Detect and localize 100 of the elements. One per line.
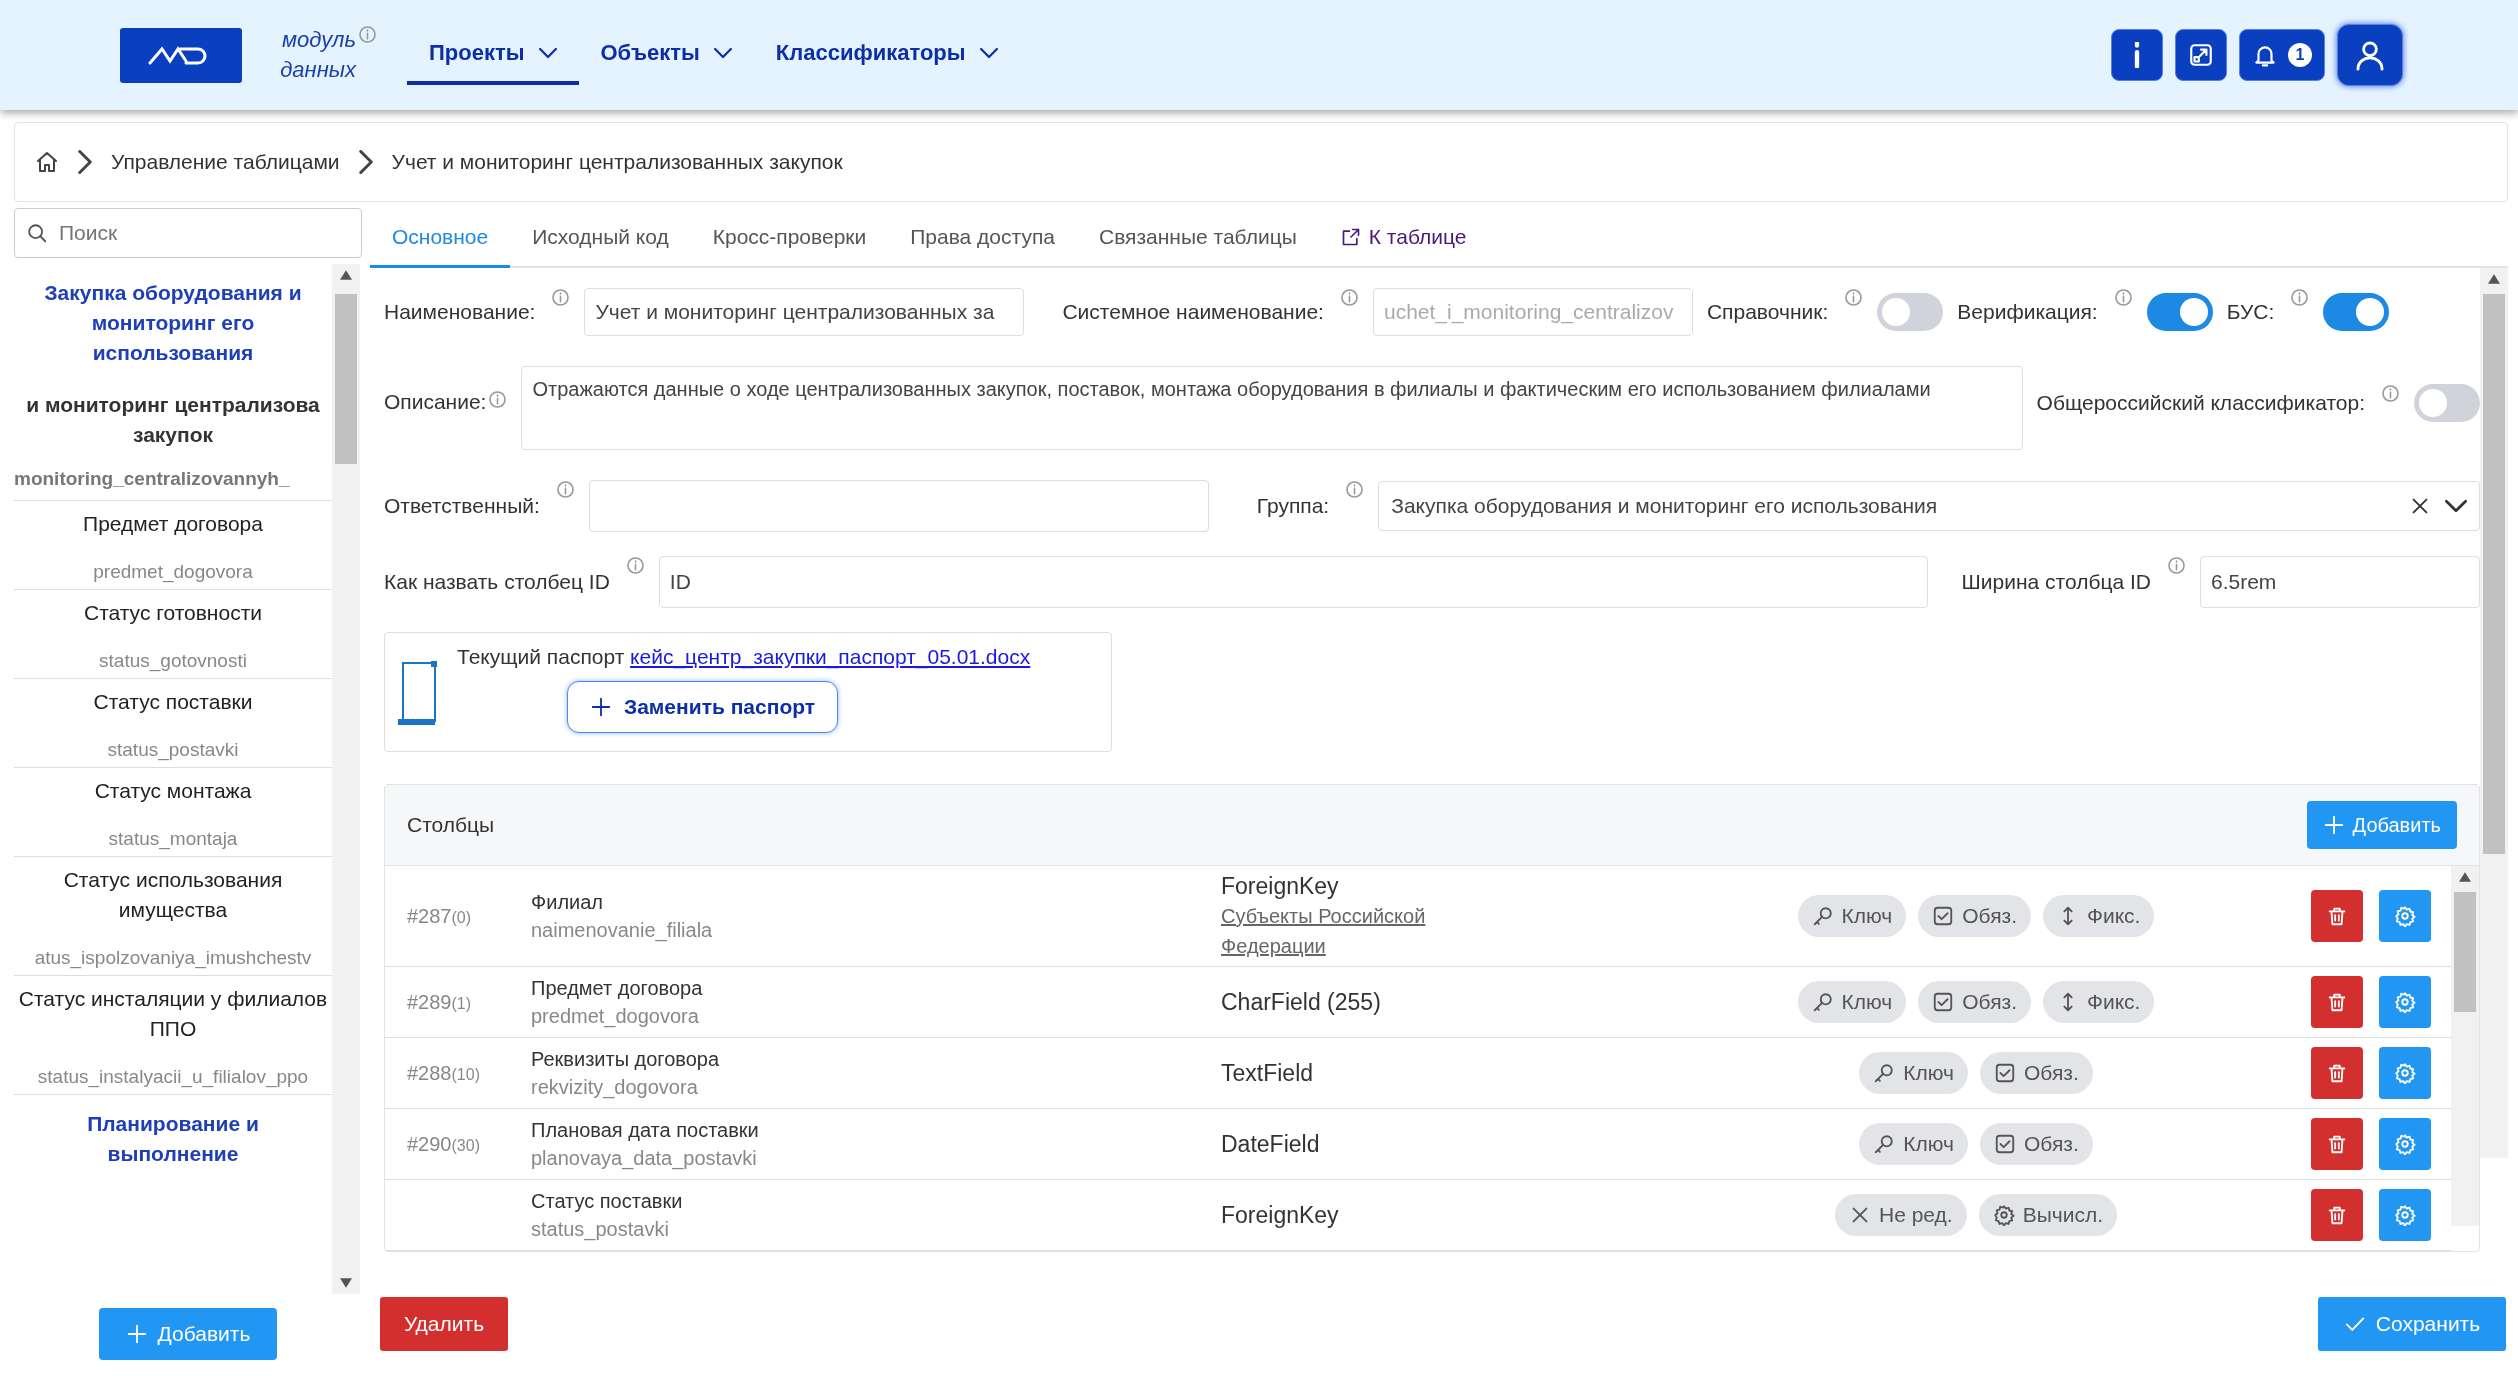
group-select[interactable]: Закупка оборудования и мониторинг его использования bbox=[1378, 481, 2480, 531]
nav-menu-item[interactable]: Проекты bbox=[407, 25, 579, 85]
info-icon bbox=[1345, 480, 1365, 499]
toggle-switch[interactable] bbox=[2414, 384, 2480, 422]
id-column-width-field[interactable]: 6.5rem bbox=[2200, 556, 2480, 608]
property-chip[interactable]: Обяз. bbox=[1980, 1052, 2093, 1094]
column-id: #289(1) bbox=[407, 990, 472, 1013]
delete-button[interactable] bbox=[2311, 1047, 2363, 1099]
scrollbar[interactable] bbox=[2480, 268, 2508, 1158]
trash-icon bbox=[2326, 991, 2348, 1013]
user-button[interactable] bbox=[2337, 24, 2403, 86]
sidebar-item-system-name: status_montaja bbox=[107, 828, 239, 850]
settings-button[interactable] bbox=[2379, 976, 2431, 1028]
description-field[interactable]: Отражаются данные о ходе централизованных закупок, поставок, монтажа оборудования в филиалы и фактическим его использованием филиалами bbox=[521, 366, 2023, 450]
field-label: Верификация: bbox=[1957, 300, 2098, 324]
property-chip[interactable]: Ключ bbox=[1859, 1123, 1968, 1165]
table-link[interactable]: К таблице bbox=[1318, 208, 1489, 268]
delete-button[interactable] bbox=[2311, 1118, 2363, 1170]
column-type: ForeignKey bbox=[1221, 872, 1340, 901]
table-title: и мониторинг централизова bbox=[25, 392, 321, 418]
checkbox-icon bbox=[1994, 1133, 2016, 1155]
expand-button[interactable] bbox=[2175, 29, 2227, 81]
sidebar-item-system-name: status_instalyacii_u_filialov_ppo bbox=[36, 1066, 310, 1088]
passport-file-link[interactable]: кейс_центр_закупки_паспорт_05.01.docx bbox=[630, 645, 1031, 668]
sidebar-item-name[interactable]: Предмет договора bbox=[14, 509, 332, 539]
replace-passport-button[interactable]: Заменить паспорт bbox=[567, 681, 839, 733]
breadcrumb-item[interactable]: Учет и мониторинг централизованных закупок bbox=[391, 150, 843, 174]
property-chip[interactable]: Ключ bbox=[1859, 1052, 1968, 1094]
settings-button[interactable] bbox=[2379, 1118, 2431, 1170]
id-column-name-field[interactable]: ID bbox=[658, 556, 1928, 608]
group-heading[interactable]: Планирование и выполнение bbox=[14, 1095, 332, 1183]
sidebar-item-name[interactable]: Статус поставки bbox=[14, 687, 332, 717]
column-system-name: rekvizity_dogovora bbox=[531, 1075, 699, 1101]
sidebar-item-system-name: status_postavki bbox=[106, 739, 240, 761]
settings-button[interactable] bbox=[2379, 1189, 2431, 1241]
property-chip[interactable]: Обяз. bbox=[1980, 1123, 2093, 1165]
delete-button[interactable] bbox=[2311, 976, 2363, 1028]
property-chip[interactable]: Ключ bbox=[1797, 895, 1907, 937]
field-label: Ответственный: bbox=[384, 494, 540, 518]
scrollbar-thumb[interactable] bbox=[335, 294, 357, 464]
scrollbar-thumb[interactable] bbox=[2454, 892, 2476, 1012]
column-name: Филиал bbox=[531, 890, 604, 915]
column-system-name: status_postavki bbox=[531, 1217, 670, 1243]
property-chip[interactable]: Фикс. bbox=[2043, 895, 2155, 937]
expand-icon bbox=[2188, 42, 2214, 68]
group-heading[interactable]: Закупка оборудования и мониторинг его использования bbox=[14, 264, 332, 382]
tab[interactable]: Права доступа bbox=[888, 208, 1077, 268]
toggle-switch[interactable] bbox=[2323, 293, 2390, 331]
property-chip[interactable]: Ключ bbox=[1797, 981, 1907, 1023]
nav-menu-item[interactable]: Объекты bbox=[578, 25, 754, 85]
responsible-field[interactable] bbox=[588, 480, 1209, 532]
property-chip[interactable]: Обяз. bbox=[1918, 895, 2031, 937]
property-chip[interactable]: Не ред. bbox=[1834, 1194, 1967, 1236]
column-type: TextField bbox=[1221, 1059, 1315, 1088]
column-id: #290(30) bbox=[407, 1132, 480, 1155]
reference-link[interactable]: Субъекты Российской Федерации bbox=[1221, 901, 1461, 961]
scrollbar[interactable] bbox=[332, 264, 360, 1294]
notifications-button[interactable]: 1 bbox=[2239, 29, 2325, 81]
field-label: Справочник: bbox=[1706, 300, 1829, 324]
sidebar-item-name[interactable]: Статус использования имущества bbox=[14, 865, 332, 925]
delete-table-button[interactable]: Удалить bbox=[380, 1297, 508, 1351]
tab[interactable]: Связанные таблицы bbox=[1076, 208, 1319, 268]
scroll-down-arrow-icon[interactable] bbox=[340, 1278, 352, 1288]
key-icon bbox=[1811, 905, 1834, 927]
search-field[interactable]: Поиск bbox=[14, 208, 362, 258]
property-chip[interactable]: Обяз. bbox=[1918, 981, 2031, 1023]
toggle-switch[interactable] bbox=[1877, 293, 1944, 331]
settings-button[interactable] bbox=[2379, 1047, 2431, 1099]
column-type: DateField bbox=[1221, 1130, 1321, 1159]
settings-button[interactable] bbox=[2379, 890, 2431, 942]
nav-menu-item[interactable]: Классификаторы bbox=[753, 25, 1020, 85]
panel-title: Столбцы bbox=[407, 813, 495, 837]
delete-button[interactable] bbox=[2311, 890, 2363, 942]
info-icon bbox=[358, 25, 377, 44]
delete-button[interactable] bbox=[2311, 1189, 2363, 1241]
scrollbar[interactable] bbox=[2451, 866, 2479, 1226]
name-field[interactable]: Учет и мониторинг централизованных за bbox=[584, 288, 1025, 336]
sidebar-item-name[interactable]: Статус монтажа bbox=[14, 776, 332, 806]
info-icon bbox=[2290, 288, 2310, 307]
toggle-switch[interactable] bbox=[2146, 293, 2213, 331]
scroll-up-arrow-icon[interactable] bbox=[2459, 872, 2471, 882]
info-icon bbox=[2134, 42, 2140, 68]
key-icon bbox=[1873, 1133, 1896, 1155]
key-icon bbox=[1873, 1062, 1896, 1084]
property-chip[interactable]: Фикс. bbox=[2043, 981, 2155, 1023]
field-label: Группа: bbox=[1256, 494, 1330, 518]
info-button[interactable] bbox=[2111, 29, 2163, 81]
tab[interactable]: Кросс-проверки bbox=[690, 208, 889, 268]
scroll-up-arrow-icon[interactable] bbox=[340, 270, 352, 280]
property-chip[interactable]: Вычисл. bbox=[1978, 1194, 2117, 1236]
checkbox-icon bbox=[1932, 905, 1955, 927]
scroll-up-arrow-icon[interactable] bbox=[2488, 274, 2500, 284]
tab[interactable]: Основное bbox=[370, 208, 511, 268]
table-title: закупок bbox=[131, 422, 215, 448]
scrollbar-thumb[interactable] bbox=[2483, 294, 2505, 854]
sidebar-item-name[interactable]: Статус инсталяции у филиалов ППО bbox=[14, 984, 332, 1044]
tab[interactable]: Исходный код bbox=[510, 208, 691, 268]
sidebar-item-name[interactable]: Статус готовности bbox=[14, 598, 332, 628]
breadcrumb-item[interactable]: Управление таблицами bbox=[111, 150, 340, 174]
sidebar-item-system-name: atus_ispolzovaniya_imushchestv bbox=[33, 947, 313, 969]
